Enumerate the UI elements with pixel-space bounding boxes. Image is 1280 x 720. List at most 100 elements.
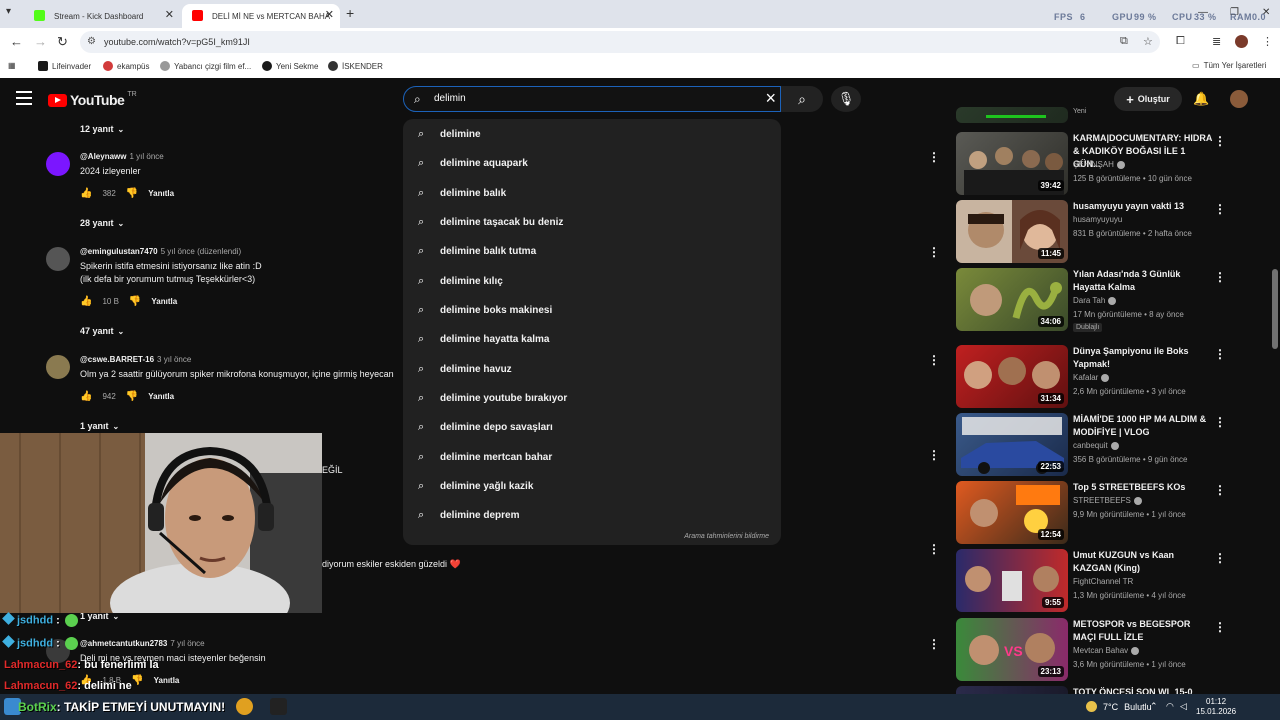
comment-author[interactable]: @ahmetcantutkun2783 <box>80 639 167 648</box>
more-actions-icon[interactable]: ⋮ <box>1214 551 1226 565</box>
account-avatar[interactable] <box>1230 90 1248 108</box>
browser-tab-youtube[interactable]: DELİ Mİ NE vs MERTCAN BAHA ✕ <box>182 4 340 28</box>
video-card[interactable]: 34:06 Yılan Adası'nda 3 Günlük Hayatta K… <box>956 268 1230 332</box>
video-title[interactable]: husamyuyu yayın vakti 13 <box>1073 200 1213 213</box>
video-card[interactable]: TOTY ÖNCESİ SON WL 15-0 <box>956 686 1230 694</box>
comment-more-icon[interactable]: ⋮ <box>928 353 940 367</box>
replies-toggle[interactable]: 1 yanıt ⌄ <box>80 421 119 431</box>
system-clock[interactable]: 01:12 15.01.2026 <box>1196 697 1236 717</box>
comment-time[interactable]: 7 yıl önce <box>170 639 204 648</box>
voice-search-button[interactable]: 🎙 <box>831 86 861 112</box>
video-card[interactable]: 9:55 Umut KUZGUN vs Kaan KAZGAN (King) F… <box>956 549 1230 613</box>
search-input[interactable]: ⌕ delimin × <box>403 86 781 112</box>
video-channel[interactable]: Dara Tah <box>1073 296 1117 305</box>
video-title[interactable]: Umut KUZGUN vs Kaan KAZGAN (King) <box>1073 549 1213 575</box>
video-channel[interactable]: STREETBEEFS <box>1073 496 1142 505</box>
minimize-icon[interactable]: — <box>1198 7 1208 18</box>
back-icon[interactable]: ← <box>10 34 23 49</box>
video-thumbnail[interactable] <box>956 107 1068 123</box>
clear-search-icon[interactable]: × <box>765 88 776 109</box>
reply-button[interactable]: Yanıtla <box>148 392 174 401</box>
reply-button[interactable]: Yanıtla <box>148 189 174 198</box>
reload-icon[interactable]: ↻ <box>57 34 68 50</box>
bookmark-new-tab[interactable]: Yeni Sekme <box>262 61 318 71</box>
video-title[interactable]: MİAMİ'DE 1000 HP M4 ALDIM & MODİFİYE | V… <box>1073 413 1213 439</box>
suggestion-item[interactable]: ⌕ delimine yağlı kazik <box>403 472 781 501</box>
video-thumbnail[interactable]: 12:54 <box>956 481 1068 544</box>
video-channel[interactable]: Mevtcan Bahav <box>1073 646 1140 655</box>
suggestion-item[interactable]: ⌕ delimine taşacak bu deniz <box>403 208 781 237</box>
suggestion-item[interactable]: ⌕ delimine hayatta kalma <box>403 325 781 354</box>
bookmark-iskender[interactable]: İSKENDER <box>328 61 383 71</box>
more-actions-icon[interactable]: ⋮ <box>1214 134 1226 148</box>
video-title[interactable]: Yılan Adası'nda 3 Günlük Hayatta Kalma <box>1073 268 1213 294</box>
suggestion-item[interactable]: ⌕ delimine kılıç <box>403 267 781 296</box>
extensions-icon[interactable]: ⧠ <box>1176 35 1185 48</box>
browser-tab-kick[interactable]: Stream - Kick Dashboard ✕ <box>24 4 180 28</box>
avatar[interactable] <box>46 355 70 379</box>
avatar[interactable] <box>46 247 70 271</box>
comment-time[interactable]: 5 yıl önce (düzenlendi) <box>161 247 242 256</box>
video-card[interactable]: 39:42 KARMA|DOCUMENTARY: HIDRA & KADIKÖY… <box>956 132 1230 196</box>
comment-time[interactable]: 1 yıl önce <box>129 152 163 161</box>
report-predictions-link[interactable]: Arama tahminlerini bildirme <box>684 533 769 540</box>
comment-more-icon[interactable]: ⋮ <box>928 150 940 164</box>
like-icon[interactable]: 👍 <box>80 188 92 199</box>
video-thumbnail[interactable]: 9:55 <box>956 549 1068 612</box>
video-card[interactable]: 12:54 Top 5 STREETBEEFS KOs STREETBEEFS … <box>956 481 1230 545</box>
bookmark-star-icon[interactable]: ☆ <box>1143 35 1153 48</box>
comment-more-icon[interactable]: ⋮ <box>928 448 940 462</box>
dislike-icon[interactable]: 👎 <box>126 391 138 402</box>
more-actions-icon[interactable]: ⋮ <box>1214 270 1226 284</box>
close-window-icon[interactable]: ✕ <box>1262 7 1270 18</box>
video-thumbnail[interactable]: 22:53 <box>956 413 1068 476</box>
apps-grid-icon[interactable]: ▦ <box>8 61 16 70</box>
like-icon[interactable]: 👍 <box>80 391 92 402</box>
new-tab-button[interactable]: + <box>346 5 354 21</box>
all-bookmarks[interactable]: ▭ Tüm Yer İşaretleri <box>1192 61 1266 70</box>
browser-profile-avatar[interactable] <box>1235 35 1248 48</box>
close-tab-icon[interactable]: ✕ <box>325 8 334 21</box>
menu-icon[interactable] <box>16 91 32 105</box>
suggestion-item[interactable]: ⌕ delimine aquapark <box>403 149 781 178</box>
suggestion-item[interactable]: ⌕ delimine <box>403 120 781 149</box>
video-thumbnail[interactable]: 34:06 <box>956 268 1068 331</box>
search-button[interactable]: ⌕ <box>781 86 823 112</box>
youtube-logo[interactable]: YouTube TR <box>48 91 137 108</box>
tab-search-icon[interactable]: ▾ <box>6 6 11 17</box>
comment-more-icon[interactable]: ⋮ <box>928 637 940 651</box>
close-tab-icon[interactable]: ✕ <box>165 8 174 21</box>
video-channel[interactable]: FightChannel TR <box>1073 577 1133 586</box>
site-info-icon[interactable]: ⚙ <box>87 31 96 53</box>
suggestion-item[interactable]: ⌕ delimine balık <box>403 179 781 208</box>
dislike-icon[interactable]: 👎 <box>131 675 143 686</box>
replies-toggle[interactable]: 47 yanıt ⌄ <box>80 326 124 336</box>
avatar[interactable] <box>46 152 70 176</box>
chrome-taskbar-icon[interactable] <box>236 698 253 715</box>
more-actions-icon[interactable]: ⋮ <box>1214 202 1226 216</box>
weather-widget[interactable]: 7°C Bulutlu <box>1086 701 1152 712</box>
comment-author[interactable]: @emingulustan7470 <box>80 247 158 256</box>
scrollbar-thumb[interactable] <box>1272 269 1278 349</box>
suggestion-item[interactable]: ⌕ delimine depo savaşları <box>403 413 781 442</box>
video-channel[interactable]: ŞEHİNŞAH <box>1073 160 1125 169</box>
obs-taskbar-icon[interactable] <box>270 698 287 715</box>
video-thumbnail[interactable]: 39:42 <box>956 132 1068 195</box>
like-icon[interactable]: 👍 <box>80 296 92 307</box>
video-card[interactable]: VS 23:13 METOSPOR vs BEGESPOR MAÇI FULL … <box>956 618 1230 682</box>
bookmark-cartoons[interactable]: Yabancı çizgi film ef... <box>160 61 251 71</box>
bookmark-lifeinvader[interactable]: Lifeinvader <box>38 61 91 71</box>
video-thumbnail[interactable]: VS 23:13 <box>956 618 1068 681</box>
video-card[interactable]: Yeni <box>956 107 1230 123</box>
replies-toggle[interactable]: 28 yanıt ⌄ <box>80 218 124 228</box>
video-thumbnail[interactable]: 31:34 <box>956 345 1068 408</box>
suggestion-item[interactable]: ⌕ delimine boks makinesi <box>403 296 781 325</box>
reply-button[interactable]: Yanıtla <box>151 297 177 306</box>
video-channel[interactable]: husamyuyuyu <box>1073 215 1122 224</box>
comment-more-icon[interactable]: ⋮ <box>928 542 940 556</box>
video-thumbnail[interactable] <box>956 686 1068 694</box>
suggestion-item[interactable]: ⌕ delimine deprem <box>403 501 781 530</box>
comment-time[interactable]: 3 yıl önce <box>157 355 191 364</box>
video-title[interactable]: TOTY ÖNCESİ SON WL 15-0 <box>1073 686 1213 694</box>
video-title[interactable]: METOSPOR vs BEGESPOR MAÇI FULL İZLE <box>1073 618 1213 644</box>
